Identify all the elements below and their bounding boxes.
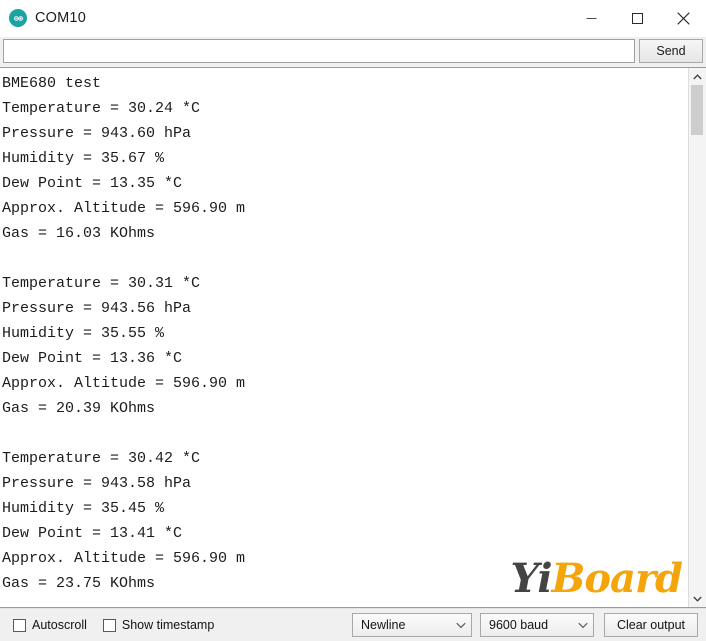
line-ending-value: Newline [361,618,406,632]
console-line: Humidity = 35.55 % [2,325,165,342]
show-timestamp-label: Show timestamp [121,618,215,632]
title-bar: COM10 [0,0,706,37]
maximize-button[interactable] [614,0,660,36]
console-line: Dew Point = 13.36 *C [2,350,183,367]
arduino-icon [9,9,27,27]
autoscroll-checkbox-box[interactable] [13,618,26,632]
console-line: Pressure = 943.60 hPa [2,125,192,142]
baud-rate-value: 9600 baud [489,618,549,632]
console-line: Temperature = 30.24 *C [2,100,201,117]
serial-monitor-window: COM10 Send BME680 test Temperature = 30.… [0,0,706,641]
console-line: Gas = 16.03 KOhms [2,225,156,242]
clear-output-button[interactable]: Clear output [604,613,698,637]
console-line: Pressure = 943.56 hPa [2,300,192,317]
console-line: BME680 test [2,75,102,92]
chevron-down-icon [456,622,466,629]
bottom-toolbar: Autoscroll Show timestamp Newline 9600 b… [0,608,706,641]
scroll-up-button[interactable] [689,68,706,85]
scrollbar-track[interactable] [689,85,706,590]
console-scrollbar[interactable] [688,68,706,607]
serial-output-text[interactable]: BME680 test Temperature = 30.24 *C Pressur… [0,68,688,607]
chevron-down-icon [578,622,588,629]
window-title: COM10 [35,10,86,26]
scroll-down-button[interactable] [689,590,706,607]
console-line: Humidity = 35.45 % [2,500,165,517]
autoscroll-label: Autoscroll [32,618,87,632]
console-line: Approx. Altitude = 596.90 m [2,550,246,567]
checkbox-group: Autoscroll Show timestamp [13,618,214,632]
send-button[interactable]: Send [639,39,703,63]
baud-rate-select[interactable]: 9600 baud [480,613,594,637]
serial-command-input[interactable] [3,39,635,63]
console-line: Gas = 23.75 KOhms [2,575,156,592]
console-line: Dew Point = 13.35 *C [2,175,183,192]
window-controls [568,0,706,36]
scrollbar-thumb[interactable] [691,85,703,135]
minimize-button[interactable] [568,0,614,36]
show-timestamp-checkbox[interactable]: Show timestamp [102,618,215,632]
console-line: Approx. Altitude = 596.90 m [2,200,246,217]
line-ending-select[interactable]: Newline [352,613,472,637]
console-line: Dew Point = 13.41 *C [2,525,183,542]
console-line: Pressure = 943.58 hPa [2,475,192,492]
close-button[interactable] [660,0,706,36]
autoscroll-checkbox[interactable]: Autoscroll [13,618,87,632]
show-timestamp-checkbox-box[interactable] [102,618,116,632]
console-line: Humidity = 35.67 % [2,150,165,167]
console-line: Temperature = 30.42 *C [2,450,201,467]
console-line: Temperature = 30.31 *C [2,275,201,292]
console-line: Approx. Altitude = 596.90 m [2,375,246,392]
send-row: Send [0,37,706,67]
console-line: Gas = 20.39 KOhms [2,400,156,417]
console-area: BME680 test Temperature = 30.24 *C Pressur… [0,67,706,608]
